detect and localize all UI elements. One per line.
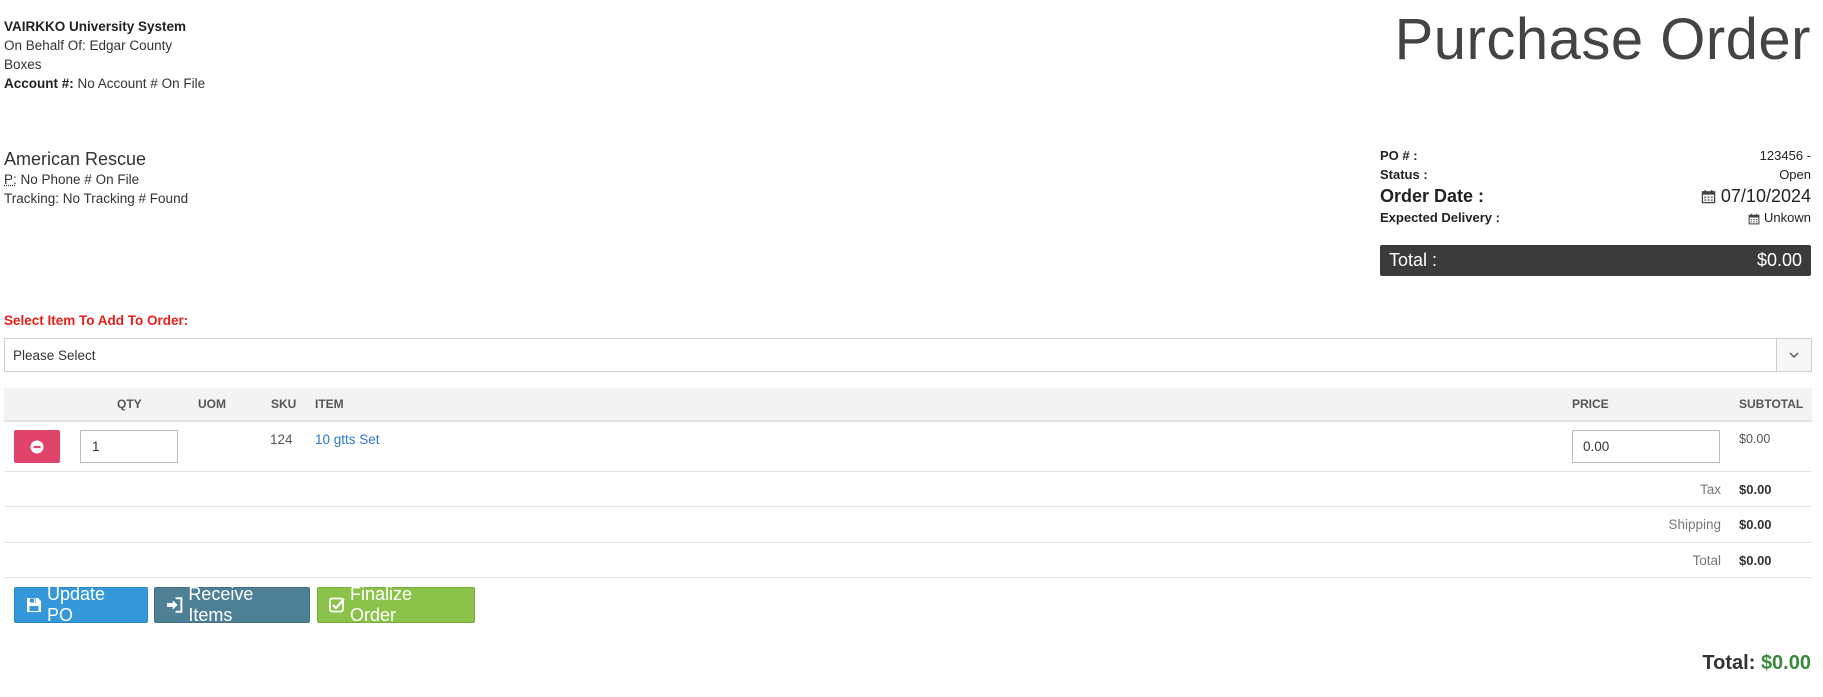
price-input[interactable]: [1572, 430, 1720, 463]
items-table-header: QTY UOM SKU ITEM PRICE SUBTOTAL: [4, 388, 1812, 422]
delivery-label: Expected Delivery :: [1380, 210, 1500, 225]
update-po-button[interactable]: Update PO: [14, 584, 148, 625]
delivery-wrap: Unkown: [1748, 210, 1811, 225]
phone-label: P:: [4, 172, 17, 187]
summary-total-label: Total: [1692, 553, 1721, 568]
order-date-label: Order Date :: [1380, 185, 1485, 206]
item-name-link[interactable]: 10 gtts Set: [315, 432, 380, 447]
vendor-tracking: Tracking: No Tracking # Found: [4, 191, 189, 206]
sign-in-icon: [166, 597, 183, 613]
save-icon: [26, 598, 41, 612]
quantity-input[interactable]: [80, 430, 178, 463]
account-line: Account #: No Account # On File: [4, 74, 205, 93]
receive-items-label: Receive Items: [188, 584, 254, 625]
col-sku: SKU: [271, 397, 297, 411]
col-subtotal: SUBTOTAL: [1739, 397, 1804, 411]
remove-item-button[interactable]: [14, 430, 60, 463]
department: Boxes: [4, 57, 42, 72]
shipping-value: $0.00: [1739, 517, 1772, 532]
tax-label: Tax: [1699, 482, 1721, 497]
vendor-name: American Rescue: [4, 149, 147, 169]
phone-value: No Phone # On File: [16, 172, 140, 187]
select-item-label: Select Item To Add To Order:: [4, 313, 189, 328]
vendor-phone: P: No Phone # On File: [4, 170, 188, 189]
order-date-row: Order Date : 07/10/2024: [1380, 184, 1811, 208]
po-number-row: PO # : 123456 -: [1380, 146, 1811, 165]
dropdown-toggle[interactable]: [1776, 339, 1811, 371]
check-square-icon: [329, 597, 345, 613]
po-total-value: $0.00: [1756, 250, 1802, 270]
po-number-label: PO # :: [1380, 148, 1418, 163]
order-date-value: 07/10/2024: [1720, 185, 1811, 206]
delivery-row: Expected Delivery : Unkown: [1380, 208, 1811, 227]
status-row: Status : Open: [1380, 165, 1811, 184]
divider: [4, 542, 1812, 543]
divider: [4, 471, 1812, 472]
finalize-order-label: Finalize Order: [350, 584, 413, 625]
account-value: No Account # On File: [73, 76, 206, 91]
status-value: Open: [1779, 167, 1811, 182]
item-select-value: Please Select: [13, 347, 96, 363]
col-qty: QTY: [117, 397, 142, 411]
item-sku: 124: [270, 432, 293, 447]
grand-total: Total: $0.00: [1702, 652, 1811, 675]
order-date-wrap: 07/10/2024: [1701, 186, 1811, 207]
po-details: PO # : 123456 - Status : Open Order Date…: [1380, 146, 1811, 227]
organization-info: VAIRKKO University System On Behalf Of: …: [4, 17, 205, 93]
status-label: Status :: [1380, 167, 1428, 182]
col-uom: UOM: [198, 397, 226, 411]
calendar-icon: [1701, 190, 1716, 204]
chevron-down-icon: [1789, 352, 1799, 358]
item-select-dropdown[interactable]: Please Select: [4, 338, 1812, 372]
page-title: Purchase Order: [1394, 7, 1811, 72]
on-behalf-of: On Behalf Of: Edgar County: [4, 38, 173, 53]
vendor-info: American Rescue P: No Phone # On File Tr…: [4, 148, 188, 208]
update-po-label: Update PO: [46, 584, 106, 625]
finalize-order-button[interactable]: Finalize Order: [317, 584, 475, 625]
po-total-bar: Total : $0.00: [1380, 245, 1811, 276]
divider: [4, 577, 1812, 578]
minus-circle-icon: [30, 440, 44, 453]
delivery-value: Unkown: [1764, 210, 1811, 225]
account-label: Account #:: [4, 76, 74, 91]
calendar-icon: [1749, 213, 1760, 224]
po-number-value: 123456 -: [1759, 148, 1811, 163]
org-name: VAIRKKO University System: [4, 19, 187, 34]
grand-total-label: Total:: [1702, 652, 1761, 674]
summary-total-value: $0.00: [1739, 553, 1772, 568]
shipping-label: Shipping: [1668, 517, 1721, 532]
receive-items-button[interactable]: Receive Items: [154, 584, 310, 625]
grand-total-value: $0.00: [1760, 652, 1811, 674]
tax-value: $0.00: [1739, 482, 1772, 497]
col-item: ITEM: [315, 397, 344, 411]
col-price: PRICE: [1572, 397, 1609, 411]
divider: [4, 506, 1812, 507]
po-total-label: Total :: [1389, 250, 1438, 270]
item-subtotal: $0.00: [1739, 432, 1771, 446]
